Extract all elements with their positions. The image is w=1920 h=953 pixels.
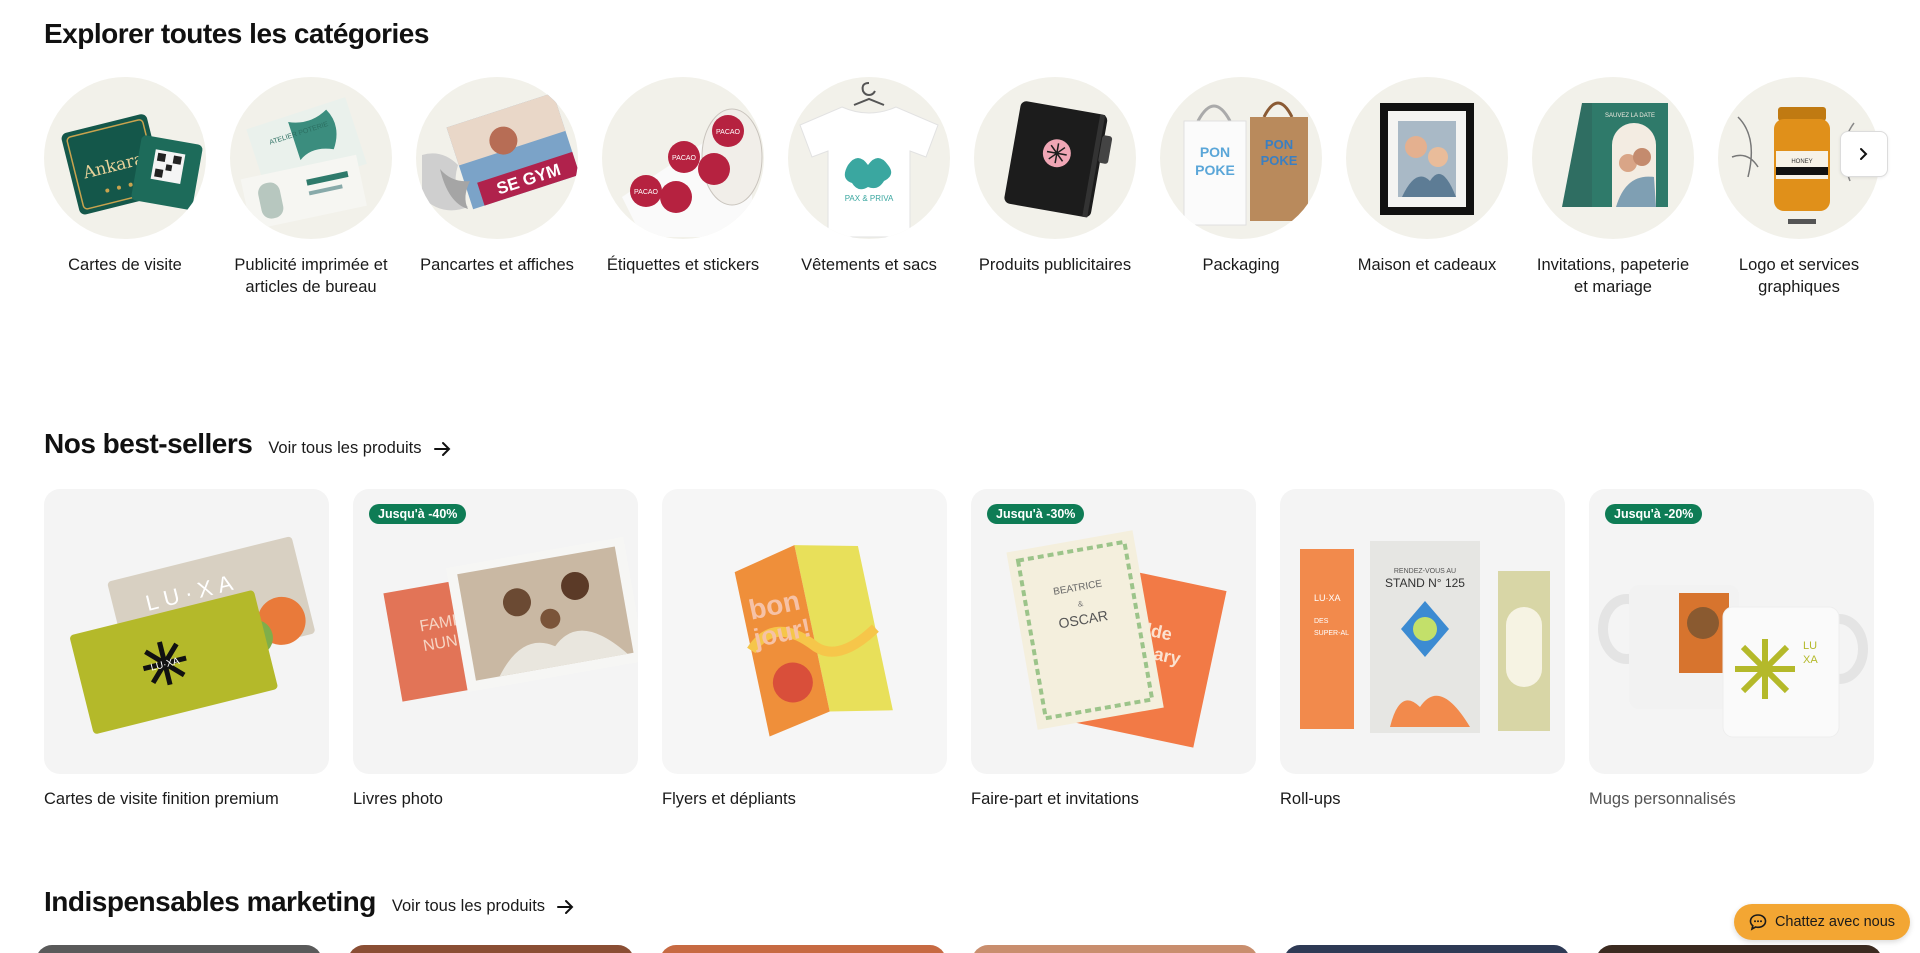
arrow-right-icon [557,899,574,914]
category-business-cards[interactable]: Ankara Cartes de visite [44,77,206,276]
category-home-gifts[interactable]: Maison et cadeaux [1346,77,1508,276]
product-card-premium-business-cards[interactable]: LU·XA LU·XA Cartes de visite finition pr… [44,489,329,809]
product-image: LU·XA DES SUPER-AL RENDEZ-VOUS AU STAND … [1280,489,1565,774]
product-card-mugs[interactable]: LU XA Jusqu'à -20% Mugs personnalisés [1589,489,1874,809]
category-label: Cartes de visite [68,256,182,274]
marketing-card[interactable] [348,945,634,953]
product-image: LU XA [1589,489,1874,774]
product-card-flyers[interactable]: bon jour! Flyers et dépliants [662,489,947,809]
posters-icon: SE GYM [416,77,578,239]
bestsellers-title: Nos best-sellers [44,428,253,459]
marketing-title: Indispensables marketing [44,886,376,917]
product-label: Roll-ups [1280,790,1341,808]
carousel-next-button[interactable] [1840,131,1888,177]
category-label: Étiquettes et stickers [606,256,760,274]
category-label: Publicité imprimée et articles de bureau [234,256,388,296]
svg-text:SAUVEZ LA DATE: SAUVEZ LA DATE [1605,113,1655,119]
marketing-header: Indispensables marketing Voir tous les p… [44,886,575,918]
marketing-card[interactable] [1284,945,1570,953]
marketing-card[interactable] [660,945,946,953]
discount-badge: Jusqu'à -20% [1605,504,1703,524]
svg-text:PACAO: PACAO [634,189,659,196]
product-label: Livres photo [353,790,443,808]
categories-title: Explorer toutes les catégories [44,18,429,49]
marketing-card[interactable] [972,945,1258,953]
category-promo-products[interactable]: Produits publicitaires [974,77,1136,276]
arrow-right-icon [433,441,450,456]
svg-text:LU·XA: LU·XA [1314,593,1341,603]
bags-icon: PON POKE PON POKE [1160,77,1322,239]
chat-bubble-icon [1749,914,1767,931]
svg-text:STAND N° 125: STAND N° 125 [1385,576,1465,590]
svg-text:PACAO: PACAO [672,155,697,162]
product-label: Cartes de visite finition premium [44,790,279,808]
svg-text:XA: XA [1803,654,1818,666]
svg-text:PAX & PRIVA: PAX & PRIVA [845,194,894,203]
stickers-icon: PACAO PACAO PACAO [602,77,764,239]
marketing-see-all-link[interactable]: Voir tous les produits [392,897,575,916]
category-label: Produits publicitaires [978,256,1132,274]
categories-carousel: Ankara Cartes de visite ATELIER POTERIE [44,77,1892,317]
bestsellers-header: Nos best-sellers Voir tous les produits [44,428,452,460]
product-card-roll-ups[interactable]: LU·XA DES SUPER-AL RENDEZ-VOUS AU STAND … [1280,489,1565,809]
category-label: Invitations, papeterie et mariage [1536,256,1690,296]
discount-badge: Jusqu'à -40% [369,504,467,524]
product-image: bon jour! [662,489,947,774]
category-label: Vêtements et sacs [801,256,937,274]
category-apparel[interactable]: PAX & PRIVA Vêtements et sacs [788,77,950,276]
category-invitations[interactable]: SAUVEZ LA DATE Invitations, papeterie et… [1532,77,1694,298]
category-print-advertising[interactable]: ATELIER POTERIE Publicité imprimée et ar… [230,77,392,298]
chevron-right-icon [1860,148,1868,160]
category-label: Pancartes et affiches [420,256,574,274]
product-card-photo-books[interactable]: FAMI NUN Jusqu'à -40% Livres photo [353,489,638,809]
category-label: Maison et cadeaux [1357,256,1497,274]
product-label: Mugs personnalisés [1589,790,1736,808]
category-logo-services[interactable]: HONEY Logo et services graphiques [1718,77,1880,298]
svg-text:HONEY: HONEY [1791,159,1812,165]
category-label: Logo et services graphiques [1738,256,1860,296]
discount-badge: Jusqu'à -30% [987,504,1085,524]
category-label: Packaging [1202,256,1280,274]
print-advertising-icon: ATELIER POTERIE [230,77,392,239]
category-posters[interactable]: SE GYM Pancartes et affiches [416,77,578,276]
frame-icon [1346,77,1508,239]
see-all-label: Voir tous les produits [268,439,422,457]
product-card-invitations[interactable]: ilde achary BEATRICE & OSCAR Jusqu'à -30… [971,489,1256,809]
category-packaging[interactable]: PON POKE PON POKE Packaging [1160,77,1322,276]
chat-label: Chattez avec nous [1774,914,1896,930]
see-all-label: Voir tous les produits [391,897,546,915]
chat-button[interactable]: Chattez avec nous [1734,904,1910,940]
business-cards-icon: Ankara [44,77,206,239]
product-image: LU·XA LU·XA [44,489,329,774]
svg-text:POKE: POKE [1261,153,1298,168]
svg-text:PON: PON [1200,144,1230,160]
svg-text:LU: LU [1803,640,1817,652]
product-label: Flyers et dépliants [662,790,796,808]
svg-text:PON: PON [1265,137,1293,152]
svg-text:PACAO: PACAO [716,129,741,136]
notebook-icon [974,77,1136,239]
category-stickers[interactable]: PACAO PACAO PACAO Étiquettes et stickers [602,77,764,276]
marketing-card[interactable] [36,945,322,953]
bestsellers-see-all-link[interactable]: Voir tous les produits [268,439,451,458]
svg-text:RENDEZ-VOUS AU: RENDEZ-VOUS AU [1394,568,1456,575]
svg-text:POKE: POKE [1195,162,1235,178]
product-image: ilde achary BEATRICE & OSCAR [971,489,1256,774]
svg-text:SUPER-AL: SUPER-AL [1314,630,1349,637]
invitation-icon: SAUVEZ LA DATE [1532,77,1694,239]
product-label: Faire-part et invitations [971,790,1139,808]
svg-text:DES: DES [1314,618,1329,625]
tshirt-icon: PAX & PRIVA [788,77,950,239]
product-image: FAMI NUN [353,489,638,774]
marketing-card[interactable] [1596,945,1882,953]
